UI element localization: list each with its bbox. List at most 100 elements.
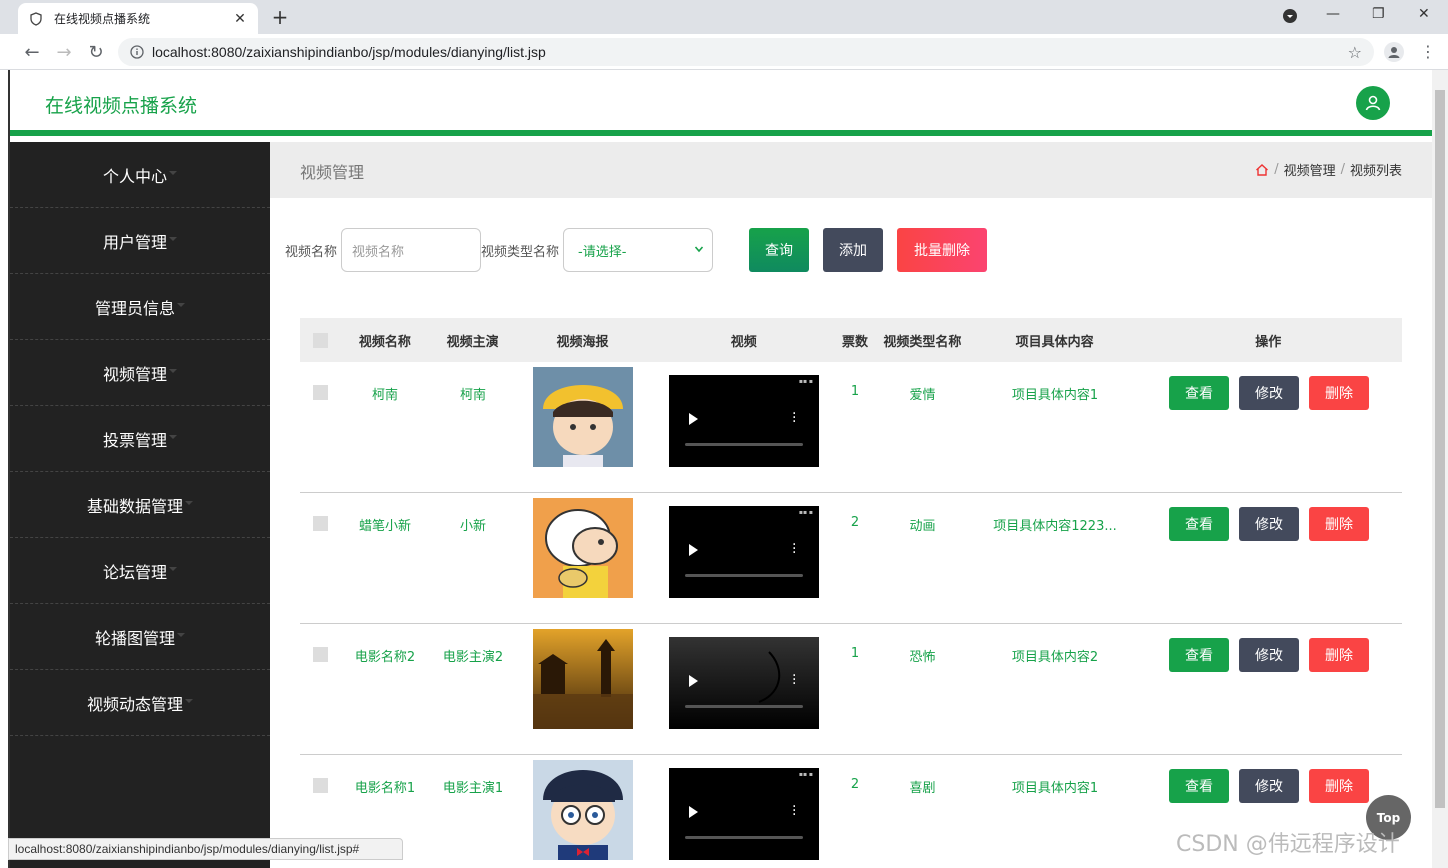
user-avatar-icon[interactable] <box>1356 86 1390 120</box>
row-checkbox[interactable] <box>313 385 328 400</box>
sidebar-item-users[interactable]: 用户管理 <box>10 208 270 274</box>
sidebar-item-videos[interactable]: 视频管理 <box>10 340 270 406</box>
col-header-video: 视频 <box>730 334 757 350</box>
page-scrollbar[interactable] <box>1432 70 1448 868</box>
delete-button[interactable]: 删除 <box>1309 376 1369 410</box>
batch-delete-button[interactable]: 批量删除 <box>897 228 988 272</box>
home-icon[interactable] <box>1255 163 1269 177</box>
chevron-down-icon <box>694 243 704 258</box>
sidebar-item-votes[interactable]: 投票管理 <box>10 406 270 472</box>
profile-icon[interactable] <box>1384 42 1404 62</box>
caret-down-icon <box>177 302 185 307</box>
forward-icon[interactable]: → <box>54 42 74 63</box>
cell-content: 项目具体内容1223... <box>993 519 1117 534</box>
delete-button[interactable]: 删除 <box>1309 638 1369 672</box>
loading-spinner-icon <box>758 651 781 703</box>
cell-type: 动画 <box>909 519 936 534</box>
more-options-icon[interactable]: · · · <box>792 800 796 822</box>
view-button[interactable]: 查看 <box>1169 769 1229 803</box>
play-icon[interactable] <box>689 806 698 818</box>
cell-name: 蜡笔小新 <box>358 519 411 534</box>
close-tab-icon[interactable]: ✕ <box>232 11 248 27</box>
browser-tab-bar: 在线视频点播系统 ✕ + — ❐ ✕ <box>0 0 1448 34</box>
sidebar-item-label: 视频动态管理 <box>86 694 183 714</box>
add-button[interactable]: 添加 <box>823 228 884 272</box>
select-all-checkbox[interactable] <box>313 332 329 348</box>
view-button[interactable]: 查看 <box>1169 638 1229 672</box>
reload-icon[interactable]: ↻ <box>86 42 106 63</box>
more-options-icon[interactable]: · · · <box>792 538 796 560</box>
video-player[interactable]: ▪▪ ▪ · · · <box>669 375 819 467</box>
progress-bar[interactable] <box>685 574 803 577</box>
page-title: 视频管理 <box>300 163 365 182</box>
browser-menu-icon[interactable]: ⋮ <box>1420 42 1436 61</box>
caret-down-icon <box>185 698 193 703</box>
breadcrumb-item[interactable]: 视频管理 <box>1284 160 1336 179</box>
brand-title: 在线视频点播系统 <box>45 95 198 117</box>
back-icon[interactable]: ← <box>22 42 42 63</box>
cell-actor: 柯南 <box>459 388 486 403</box>
query-button[interactable]: 查询 <box>749 228 810 272</box>
sidebar-item-carousel[interactable]: 轮播图管理 <box>10 604 270 670</box>
table-row: 电影名称2 电影主演2 · · · 1 恐怖 项目具体内容2 查看 修改 删除 <box>300 624 1402 755</box>
col-header-type: 视频类型名称 <box>883 334 962 350</box>
sidebar-item-basic-data[interactable]: 基础数据管理 <box>10 472 270 538</box>
progress-bar[interactable] <box>685 836 803 839</box>
row-checkbox[interactable] <box>313 647 328 662</box>
sidebar-item-admins[interactable]: 管理员信息 <box>10 274 270 340</box>
play-icon[interactable] <box>689 675 698 687</box>
type-select[interactable]: -请选择- <box>563 228 714 272</box>
caret-down-icon <box>169 170 177 175</box>
edit-button[interactable]: 修改 <box>1239 507 1299 541</box>
video-player[interactable]: ▪▪ ▪ · · · <box>669 768 819 860</box>
row-checkbox-cell <box>313 778 328 793</box>
edit-button[interactable]: 修改 <box>1239 769 1299 803</box>
more-options-icon[interactable]: · · · <box>792 669 796 691</box>
name-search-input[interactable]: 视频名称 <box>341 228 482 272</box>
poster-image <box>533 498 633 598</box>
edit-button[interactable]: 修改 <box>1239 638 1299 672</box>
cell-type: 爱情 <box>909 388 936 403</box>
close-window-icon[interactable]: ✕ <box>1418 6 1430 22</box>
view-button[interactable]: 查看 <box>1169 376 1229 410</box>
col-header-content: 项目具体内容 <box>1015 334 1094 350</box>
minimize-icon[interactable]: — <box>1326 6 1340 22</box>
play-icon[interactable] <box>689 544 698 556</box>
new-tab-button[interactable]: + <box>268 5 292 29</box>
sidebar-item-personal-center[interactable]: 个人中心 <box>10 142 270 208</box>
row-checkbox[interactable] <box>313 516 328 531</box>
profile-dropdown-icon[interactable] <box>1282 8 1298 28</box>
more-options-icon[interactable]: · · · <box>792 407 796 429</box>
cell-actor: 电影主演2 <box>442 650 504 665</box>
row-checkbox[interactable] <box>313 778 328 793</box>
cell-name: 柯南 <box>371 388 398 403</box>
shield-icon <box>28 11 44 27</box>
bookmark-star-icon[interactable]: ☆ <box>1348 43 1362 62</box>
sidebar-item-label: 管理员信息 <box>94 298 175 318</box>
delete-button[interactable]: 删除 <box>1309 769 1369 803</box>
video-player[interactable]: · · · <box>669 637 819 729</box>
edit-button[interactable]: 修改 <box>1239 376 1299 410</box>
delete-button[interactable]: 删除 <box>1309 507 1369 541</box>
cell-content: 项目具体内容1 <box>1011 781 1099 796</box>
url-field[interactable]: localhost:8080/zaixianshipindianbo/jsp/m… <box>118 38 1374 66</box>
browser-tab[interactable]: 在线视频点播系统 ✕ <box>18 3 258 34</box>
sidebar-item-forum[interactable]: 论坛管理 <box>10 538 270 604</box>
view-button[interactable]: 查看 <box>1169 507 1229 541</box>
watermark: CSDN @伟远程序设计 <box>1176 832 1400 857</box>
restore-icon[interactable]: ❐ <box>1372 6 1385 22</box>
play-icon[interactable] <box>689 413 698 425</box>
col-header-actor: 视频主演 <box>446 334 499 350</box>
info-icon[interactable] <box>130 45 144 59</box>
video-player[interactable]: ▪▪ ▪ · · · <box>669 506 819 598</box>
col-header-poster: 视频海报 <box>556 334 609 350</box>
sidebar-item-label: 投票管理 <box>102 430 167 450</box>
breadcrumb-item: 视频列表 <box>1349 164 1402 179</box>
app-header: 在线视频点播系统 <box>10 70 1432 136</box>
url-text: localhost:8080/zaixianshipindianbo/jsp/m… <box>152 44 546 60</box>
progress-bar[interactable] <box>685 705 803 708</box>
row-checkbox-cell <box>313 516 328 531</box>
progress-bar[interactable] <box>685 443 803 446</box>
scrollbar-thumb[interactable] <box>1435 90 1445 808</box>
sidebar-item-video-news[interactable]: 视频动态管理 <box>10 670 270 736</box>
